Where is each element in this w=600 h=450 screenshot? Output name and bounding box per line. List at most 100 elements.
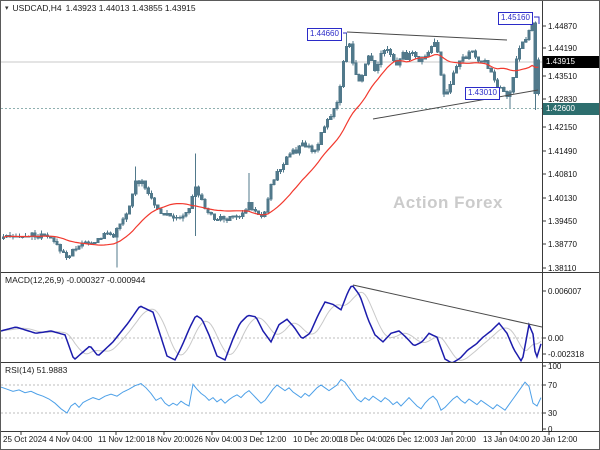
candle-body <box>140 180 144 185</box>
candle-body <box>483 59 487 63</box>
trading-chart-window: ▾ USDCAD,H4 1.43923 1.44013 1.43855 1.43… <box>0 0 600 450</box>
candle-body <box>86 241 91 244</box>
price-axis-label: 70 <box>548 381 557 390</box>
candle-body <box>143 180 147 189</box>
time-axis[interactable]: 25 Oct 2024 4 Nov 04:00 11 Nov 12:00 18 Nov… <box>3 432 578 444</box>
candle-body <box>335 102 339 110</box>
candle-body <box>266 198 270 213</box>
price-axis-label: 1.40130 <box>548 194 577 203</box>
candle-body <box>492 71 496 81</box>
candle-body <box>294 149 298 154</box>
candle-body <box>234 215 238 218</box>
current-price-badge: 1.43915 <box>543 56 599 68</box>
candle-body <box>112 233 116 238</box>
symbol-header: ▾ USDCAD,H4 1.43923 1.44013 1.43855 1.43… <box>5 3 196 13</box>
spike-high-price-tag[interactable]: 1.45160 <box>498 12 533 25</box>
candle-body <box>414 51 418 57</box>
price-axis-label: 1.44870 <box>548 22 577 31</box>
candle-body <box>385 48 390 52</box>
price-axis[interactable]: 1.448701.441901.435101.428301.421501.414… <box>542 22 585 434</box>
price-axis-label: 1.42150 <box>548 123 577 132</box>
candle-body <box>461 56 465 62</box>
candle-body <box>313 149 317 152</box>
descending-trendline[interactable] <box>346 31 508 41</box>
candle-body <box>272 179 276 185</box>
candle-body <box>467 51 471 59</box>
candle-body <box>366 55 371 65</box>
candle-body <box>134 180 138 195</box>
candle-body <box>124 213 128 220</box>
candle-body <box>228 216 232 221</box>
candle-body <box>64 251 69 258</box>
candle-body <box>102 233 106 239</box>
candle-body <box>341 60 345 88</box>
candle-body <box>115 228 119 238</box>
candle-body <box>502 86 506 92</box>
rsi-indicator-label: RSI(14) 51.9883 <box>5 365 67 375</box>
candle-body <box>269 183 273 200</box>
candle-body <box>241 212 245 217</box>
candle-body <box>171 215 176 219</box>
candle-body <box>77 245 81 250</box>
candle-body <box>433 41 437 47</box>
panel-frame <box>1 1 599 432</box>
candle-body <box>149 193 154 199</box>
macd-name: MACD(12,26,9) <box>5 275 65 285</box>
candle-body <box>521 41 525 49</box>
rsi-panel <box>1 378 542 414</box>
candle-body <box>370 55 374 62</box>
macd-trendline[interactable] <box>352 284 542 328</box>
candle-body <box>99 237 103 240</box>
candle-body <box>90 242 94 245</box>
time-axis-label: 10 Dec 20:00 <box>293 435 341 444</box>
candle-body <box>300 142 305 147</box>
candle-body <box>376 63 380 71</box>
time-axis-label: 3 Dec 12:00 <box>243 435 287 444</box>
support-price-tag[interactable]: 1.43010 <box>465 87 500 100</box>
candle-body <box>212 213 216 221</box>
candle-body <box>420 58 424 62</box>
candle-body <box>197 186 201 196</box>
candle-body <box>332 108 336 118</box>
time-axis-label: 25 Oct 2024 <box>3 435 47 444</box>
ascending-trendline[interactable] <box>372 89 539 120</box>
chart-canvas[interactable]: 1.448701.441901.435101.428301.421501.414… <box>1 1 600 450</box>
candle-body <box>401 51 405 60</box>
candle-body <box>58 244 62 252</box>
price-panel <box>1 15 542 268</box>
candle-body <box>533 22 537 94</box>
resistance-price-tag[interactable]: 1.44660 <box>307 28 342 41</box>
chevron-down-icon[interactable]: ▾ <box>5 4 9 12</box>
candle-body <box>363 63 367 76</box>
candle-body <box>448 83 452 93</box>
candle-body <box>319 132 323 145</box>
rsi-value: 51.9883 <box>36 365 68 375</box>
time-axis-label: 20 Jan 12:00 <box>531 435 578 444</box>
candle-body <box>517 47 522 60</box>
candle-body <box>96 238 100 243</box>
candle-body <box>357 74 361 82</box>
candle-body <box>105 232 109 235</box>
candle-body <box>379 52 383 65</box>
candle-body <box>61 250 65 253</box>
candle-body <box>285 156 289 165</box>
macd-values: -0.000327 -0.000944 <box>66 275 146 285</box>
candle-body <box>168 212 172 217</box>
candle-body <box>307 145 311 148</box>
time-axis-label: 18 Dec 04:00 <box>339 435 387 444</box>
candle-body <box>398 58 402 66</box>
rsi-line <box>1 378 542 414</box>
candle-body <box>231 215 235 218</box>
price-axis-label: 1.39450 <box>548 217 577 226</box>
candle-body <box>52 237 56 243</box>
candle-body <box>215 219 220 221</box>
candle-body <box>524 39 528 43</box>
price-axis-label: 30 <box>548 409 557 418</box>
candle-body <box>209 212 213 215</box>
time-axis-label: 3 Jan 20:00 <box>434 435 476 444</box>
candle-body <box>429 45 434 53</box>
price-axis-label: 1.43510 <box>548 72 577 81</box>
candle-body <box>152 197 157 206</box>
time-axis-label: 18 Nov 20:00 <box>146 435 194 444</box>
candle-body <box>71 249 75 257</box>
